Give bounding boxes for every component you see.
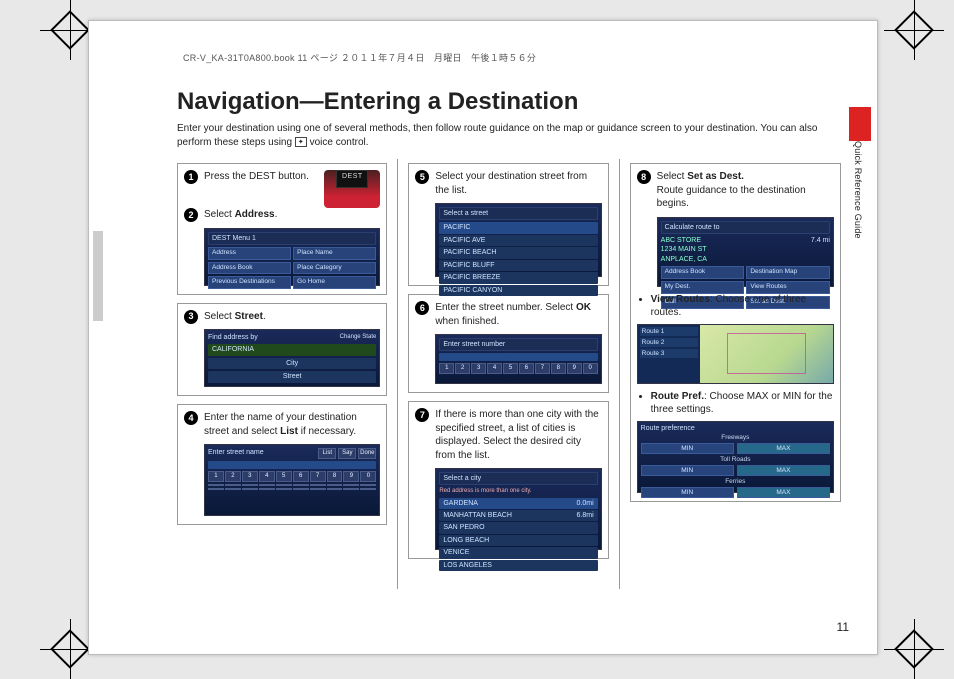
section-tab-red — [849, 107, 871, 141]
step-3-text: Select Street. Find address by Change St… — [204, 310, 380, 388]
enter-number-screenshot: Enter street number 1234567890 — [435, 334, 601, 384]
page-frame: Quick Reference Guide CR-V_KA-31T0A800.b… — [88, 20, 878, 655]
enter-street-screenshot: Enter street name List Say Done 12345678… — [204, 444, 380, 516]
route-pref-screenshot: Route preference Freeways MINMAX Toll Ro… — [637, 421, 834, 493]
crop-mark — [884, 0, 944, 60]
dest-button-graphic: DEST — [324, 170, 380, 208]
bullet-route-pref: Route Pref.: Choose MAX or MIN for the t… — [651, 390, 834, 417]
step-1-text: Press the DEST button. — [204, 171, 309, 182]
section-tab-gray — [93, 231, 103, 321]
step-7-text: If there is more than one city with the … — [435, 408, 601, 550]
step-group-7: 7 If there is more than one city with th… — [408, 401, 608, 559]
columns: 1 Press the DEST button. DEST 2 Select A… — [177, 159, 841, 589]
step-group-5: 5 Select your destination street from th… — [408, 163, 608, 286]
column-1: 1 Press the DEST button. DEST 2 Select A… — [177, 159, 398, 589]
print-header-line: CR-V_KA-31T0A800.book 11 ページ ２０１１年７月４日 月… — [177, 51, 841, 64]
column-3: 8 Select Set as Dest. Route guidance to … — [620, 159, 841, 589]
find-address-screenshot: Find address by Change State CALIFORNIA … — [204, 329, 380, 387]
calc-route-screenshot: Calculate route to ABC STORE 1234 MAIN S… — [657, 217, 834, 287]
step-group-8: 8 Select Set as Dest. Route guidance to … — [630, 163, 841, 502]
step-number-2: 2 — [184, 208, 198, 222]
step-number-8: 8 — [637, 170, 651, 184]
step-number-3: 3 — [184, 310, 198, 324]
crop-mark — [884, 619, 944, 679]
dest-menu-screenshot: DEST Menu 1 AddressPlace Name Address Bo… — [204, 228, 380, 286]
step-group-4: 4 Enter the name of your destination str… — [177, 404, 387, 525]
step-number-7: 7 — [415, 408, 429, 422]
view-routes-screenshot: Route 1 Route 2 Route 3 — [637, 324, 834, 384]
step-group-6: 6 Enter the street number. Select OK whe… — [408, 294, 608, 393]
select-city-screenshot: Select a city Red address is more than o… — [435, 468, 601, 550]
page-title: Navigation—Entering a Destination — [177, 88, 841, 116]
step-4-text: Enter the name of your destination stree… — [204, 411, 380, 516]
page-number: 11 — [837, 620, 849, 634]
step-8-text: Select Set as Dest. Route guidance to th… — [657, 170, 834, 287]
step-group-3: 3 Select Street. Find address by Change … — [177, 303, 387, 397]
step-5-text: Select your destination street from the … — [435, 170, 601, 277]
step-number-5: 5 — [415, 170, 429, 184]
step-number-1: 1 — [184, 170, 198, 184]
step-6-text: Enter the street number. Select OK when … — [435, 301, 601, 384]
step-number-4: 4 — [184, 411, 198, 425]
step-group-1-2: 1 Press the DEST button. DEST 2 Select A… — [177, 163, 387, 295]
column-2: 5 Select your destination street from th… — [398, 159, 619, 589]
step-2-text: Select Address. DEST Menu 1 AddressPlace… — [204, 208, 380, 286]
intro-paragraph: Enter your destination using one of seve… — [177, 122, 841, 149]
step-number-6: 6 — [415, 301, 429, 315]
select-street-screenshot: Select a street PACIFIC PACIFIC AVE PACI… — [435, 203, 601, 277]
voice-icon: ✦ — [295, 137, 307, 147]
side-running-title: Quick Reference Guide — [853, 141, 863, 239]
